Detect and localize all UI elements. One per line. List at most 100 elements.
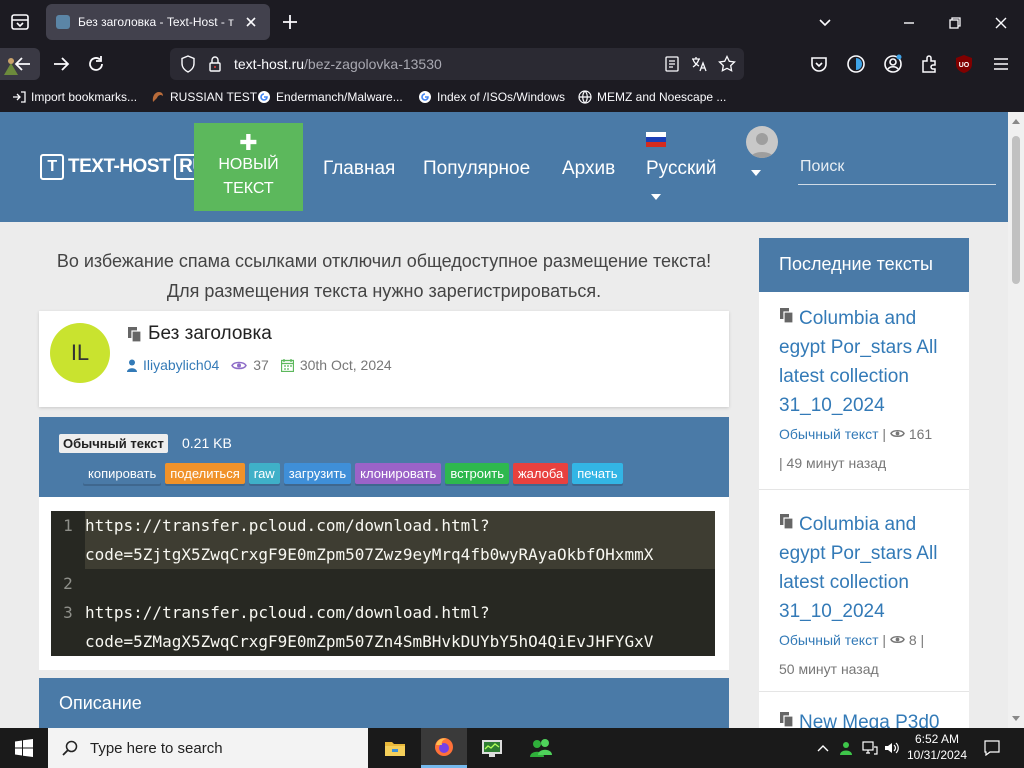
address-bar[interactable]: text-host.ru/bez-zagolovka-13530: [170, 48, 744, 80]
scroll-up-icon[interactable]: [1012, 118, 1020, 124]
tab-list-icon[interactable]: [8, 10, 32, 34]
chevron-down-icon[interactable]: [651, 194, 661, 200]
post-views: 37: [253, 357, 269, 373]
start-button[interactable]: [0, 728, 48, 768]
download-button[interactable]: загрузить: [283, 463, 352, 484]
search-input[interactable]: [798, 149, 996, 185]
post-author[interactable]: Iliyabylich04: [143, 357, 219, 373]
extensions-icon[interactable]: [918, 53, 940, 75]
recent-text-kind[interactable]: Обычный текст: [779, 632, 879, 648]
lock-icon[interactable]: [208, 55, 222, 73]
restore-icon[interactable]: [944, 12, 966, 34]
tab-bar: Без заголовка - Text-Host - тек: [0, 0, 1024, 44]
notifications-button[interactable]: [980, 728, 1004, 768]
taskbar-app-explorer[interactable]: [372, 728, 418, 768]
recent-text-link[interactable]: Columbia and egypt Por_stars All latest …: [779, 304, 949, 420]
copy-button[interactable]: копировать: [83, 463, 162, 484]
users-icon: [530, 739, 552, 757]
recent-text-title: New Mega P3d0: [799, 712, 940, 728]
browser-chrome: Без заголовка - Text-Host - тек text-hos…: [0, 0, 1024, 112]
close-tab-icon[interactable]: [242, 13, 260, 31]
bookmark-label: MEMZ and Noescape ...: [597, 90, 727, 104]
bookmark-isos[interactable]: Index of /ISOs/Windows: [418, 90, 565, 104]
page-scrollbar[interactable]: [1008, 112, 1024, 728]
reload-icon[interactable]: [85, 53, 107, 75]
taskbar-search[interactable]: Type here to search: [48, 728, 368, 768]
bookmark-star-icon[interactable]: [718, 55, 736, 73]
list-all-tabs-icon[interactable]: [814, 12, 836, 34]
recent-text-link[interactable]: New Mega P3d0: [779, 708, 949, 728]
user-icon: [127, 359, 137, 372]
url-host: text-host.ru: [234, 56, 305, 72]
line-number: 1: [63, 516, 73, 535]
author-avatar[interactable]: IL: [50, 323, 110, 383]
tray-network-icon[interactable]: [860, 728, 880, 768]
post-title-row: Без заголовка: [127, 323, 272, 345]
language-selector[interactable]: Русский: [646, 158, 717, 180]
menu-icon[interactable]: [990, 53, 1012, 75]
taskbar-app-users[interactable]: [518, 728, 564, 768]
active-tab[interactable]: Без заголовка - Text-Host - тек: [46, 4, 270, 40]
account-icon[interactable]: [882, 53, 904, 75]
vpn-extension-icon[interactable]: [845, 53, 867, 75]
forward-icon[interactable]: [50, 53, 72, 75]
share-button[interactable]: поделиться: [165, 463, 245, 484]
shield-icon[interactable]: [180, 55, 196, 73]
chevron-down-icon[interactable]: [751, 170, 761, 176]
ublock-origin-icon[interactable]: UO: [953, 53, 975, 75]
russia-flag-icon: [646, 132, 666, 147]
line-text: https://transfer.pcloud.com/download.htm…: [85, 511, 715, 569]
line-number: 2: [63, 574, 73, 593]
new-tab-icon[interactable]: [280, 12, 300, 32]
logo-text: TEXT-HOST: [68, 156, 171, 177]
list-item: New Mega P3d0: [759, 698, 969, 728]
tray-volume-icon[interactable]: [882, 728, 902, 768]
code-block[interactable]: 1 https://transfer.pcloud.com/download.h…: [51, 511, 715, 656]
taskbar-clock[interactable]: 6:52 AM 10/31/2024: [902, 731, 972, 763]
back-button[interactable]: [0, 48, 40, 80]
taskbar-search-placeholder: Type here to search: [90, 739, 223, 757]
copy-icon: [780, 712, 794, 728]
bookmark-import[interactable]: Import bookmarks...: [12, 90, 137, 104]
taskbar-app-taskmgr[interactable]: [469, 728, 515, 768]
bookmark-memz[interactable]: MEMZ and Noescape ...: [578, 90, 726, 104]
nav-home[interactable]: Главная: [323, 158, 395, 180]
minimize-icon[interactable]: [898, 12, 920, 34]
recent-text-views: 161: [908, 426, 933, 442]
translate-icon[interactable]: [690, 55, 708, 73]
bookmark-russian-test[interactable]: RUSSIAN TEST: [151, 90, 257, 104]
show-hidden-icons[interactable]: [814, 728, 832, 768]
tab-title: Без заголовка - Text-Host - тек: [78, 15, 234, 29]
user-avatar-icon[interactable]: [746, 126, 778, 158]
new-text-button[interactable]: ✚ НОВЫЙ ТЕКСТ: [194, 123, 303, 211]
globe-icon: [578, 90, 592, 104]
site-favicon-icon: [56, 15, 70, 29]
eye-icon: [231, 361, 248, 369]
scrollbar-thumb[interactable]: [1012, 136, 1020, 284]
bookmark-label: RUSSIAN TEST: [170, 90, 258, 104]
embed-button[interactable]: встроить: [445, 463, 509, 484]
line-number: 3: [63, 603, 73, 622]
action-buttons: копировать поделиться raw загрузить клон…: [83, 463, 623, 484]
site-logo[interactable]: T TEXT-HOST RU: [40, 154, 211, 180]
pocket-icon[interactable]: [808, 53, 830, 75]
print-button[interactable]: печать: [572, 463, 623, 484]
recent-text-link[interactable]: Columbia and egypt Por_stars All latest …: [779, 510, 949, 626]
reader-view-icon[interactable]: [664, 56, 680, 72]
close-window-icon[interactable]: [990, 12, 1012, 34]
url-text[interactable]: text-host.ru/bez-zagolovka-13530: [234, 56, 442, 72]
nav-archive[interactable]: Архив: [562, 158, 615, 180]
nav-popular[interactable]: Популярное: [423, 158, 530, 180]
recent-text-kind[interactable]: Обычный текст: [779, 426, 879, 442]
paste-size: 0.21 KB: [182, 435, 232, 451]
report-button[interactable]: жалоба: [512, 463, 569, 484]
taskbar-app-firefox[interactable]: [421, 728, 467, 768]
raw-button[interactable]: raw: [248, 463, 280, 484]
google-icon: [419, 91, 431, 103]
clone-button[interactable]: клонировать: [355, 463, 442, 484]
scroll-down-icon[interactable]: [1012, 716, 1020, 722]
tray-users-icon[interactable]: [836, 728, 856, 768]
code-line: 2: [51, 569, 715, 598]
bookmark-endermanch[interactable]: Endermanch/Malware...: [257, 90, 403, 104]
ethernet-icon: [862, 741, 878, 755]
